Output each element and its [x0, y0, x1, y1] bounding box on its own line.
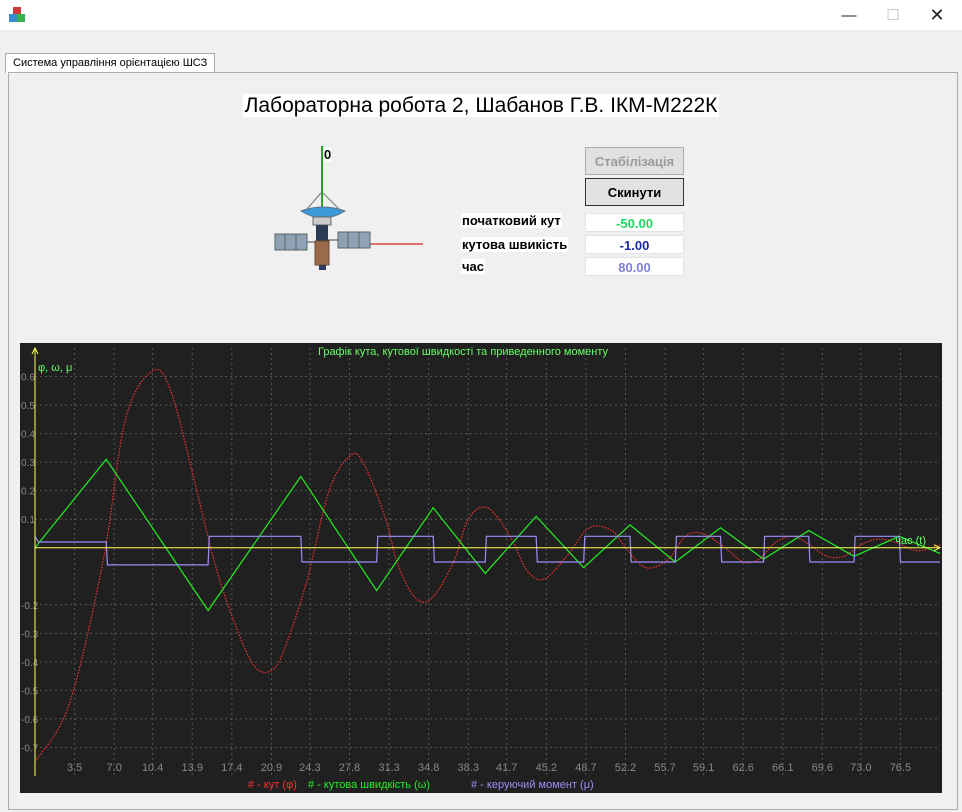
initial-angle-label: початковий кут: [461, 213, 562, 228]
window-titlebar: — ☐ ✕: [0, 0, 962, 30]
x-tick-label: 59.1: [693, 762, 714, 774]
chart-svg: 3.5 7.0 10.4 13.9 17.4 20.9 24.3 27.8 31.3 34.8 38…: [20, 343, 942, 793]
x-tick-label: 55.7: [654, 762, 675, 774]
x-tick-label: 7.0: [107, 762, 122, 774]
x-tick-label: 41.7: [496, 762, 517, 774]
y-tick-label: 0.4: [21, 430, 35, 441]
stabilize-button[interactable]: Стабілізація: [585, 147, 684, 175]
x-tick-label: 69.6: [812, 762, 833, 774]
x-tick-label: 20.9: [261, 762, 282, 774]
y-tick-label: -0.5: [21, 686, 39, 697]
satellite-view: [274, 146, 423, 270]
close-button[interactable]: ✕: [914, 0, 960, 30]
page-title: Лабораторна робота 2, Шабанов Г.В. ІКМ-М…: [0, 94, 962, 118]
x-tick-label: 38.3: [458, 762, 479, 774]
chart-title: Графік кута, кутової швидкості та привед…: [318, 346, 609, 358]
y-tick-label: -0.2: [21, 601, 39, 612]
x-tick-label: 45.2: [536, 762, 557, 774]
y-tick-label: 0.6: [21, 373, 35, 384]
y-axis-label: φ, ω, μ: [38, 362, 72, 374]
x-tick-label: 62.6: [732, 762, 753, 774]
x-tick-label: 76.5: [890, 762, 911, 774]
y-tick-label: -0.6: [21, 715, 39, 726]
x-tick-label: 3.5: [67, 762, 82, 774]
x-tick-label: 13.9: [182, 762, 203, 774]
y-tick-label: -0.3: [21, 629, 39, 640]
x-tick-label: 48.7: [575, 762, 596, 774]
x-tick-label: 52.2: [615, 762, 636, 774]
x-axis-label: час (t): [895, 535, 926, 547]
minimize-button[interactable]: —: [826, 0, 872, 30]
chart-area: 3.5 7.0 10.4 13.9 17.4 20.9 24.3 27.8 31.3 34.8 38…: [20, 343, 942, 793]
legend-velocity: # - кутова швидкість (ω): [308, 779, 430, 791]
maximize-button[interactable]: ☐: [870, 0, 916, 30]
y-tick-label: -0.4: [21, 658, 39, 669]
app-icon: [9, 7, 25, 22]
legend-moment: # - керуючий момент (μ): [471, 779, 594, 791]
x-tick-label: 73.0: [850, 762, 871, 774]
y-tick-label: 0.2: [21, 487, 35, 498]
time-label: час: [461, 259, 486, 274]
page-title-text: Лабораторна робота 2, Шабанов Г.В. ІКМ-М…: [242, 94, 720, 117]
initial-angle-field[interactable]: -50.00: [585, 213, 684, 232]
x-tick-label: 27.8: [339, 762, 360, 774]
y-tick-label: 0.1: [21, 515, 35, 526]
x-tick-label: 10.4: [142, 762, 163, 774]
y-tick-label: 0.3: [21, 458, 35, 469]
x-tick-label: 31.3: [378, 762, 399, 774]
legend-angle: # - кут (φ): [248, 779, 297, 791]
time-field[interactable]: 80.00: [585, 257, 684, 276]
x-tick-label: 24.3: [299, 762, 320, 774]
x-tick-label: 66.1: [772, 762, 793, 774]
angular-velocity-label: кутова швикість: [461, 237, 569, 252]
satellite-angle-label: 0: [324, 147, 332, 162]
reset-button[interactable]: Скинути: [585, 178, 684, 206]
tab-attitude-control[interactable]: Система управління орієнтацією ШСЗ: [5, 53, 216, 73]
x-tick-label: 34.8: [418, 762, 439, 774]
x-tick-label: 17.4: [221, 762, 242, 774]
angular-velocity-field[interactable]: -1.00: [585, 235, 684, 254]
y-tick-label: -0.7: [21, 743, 39, 754]
y-tick-label: 0.5: [21, 401, 35, 412]
